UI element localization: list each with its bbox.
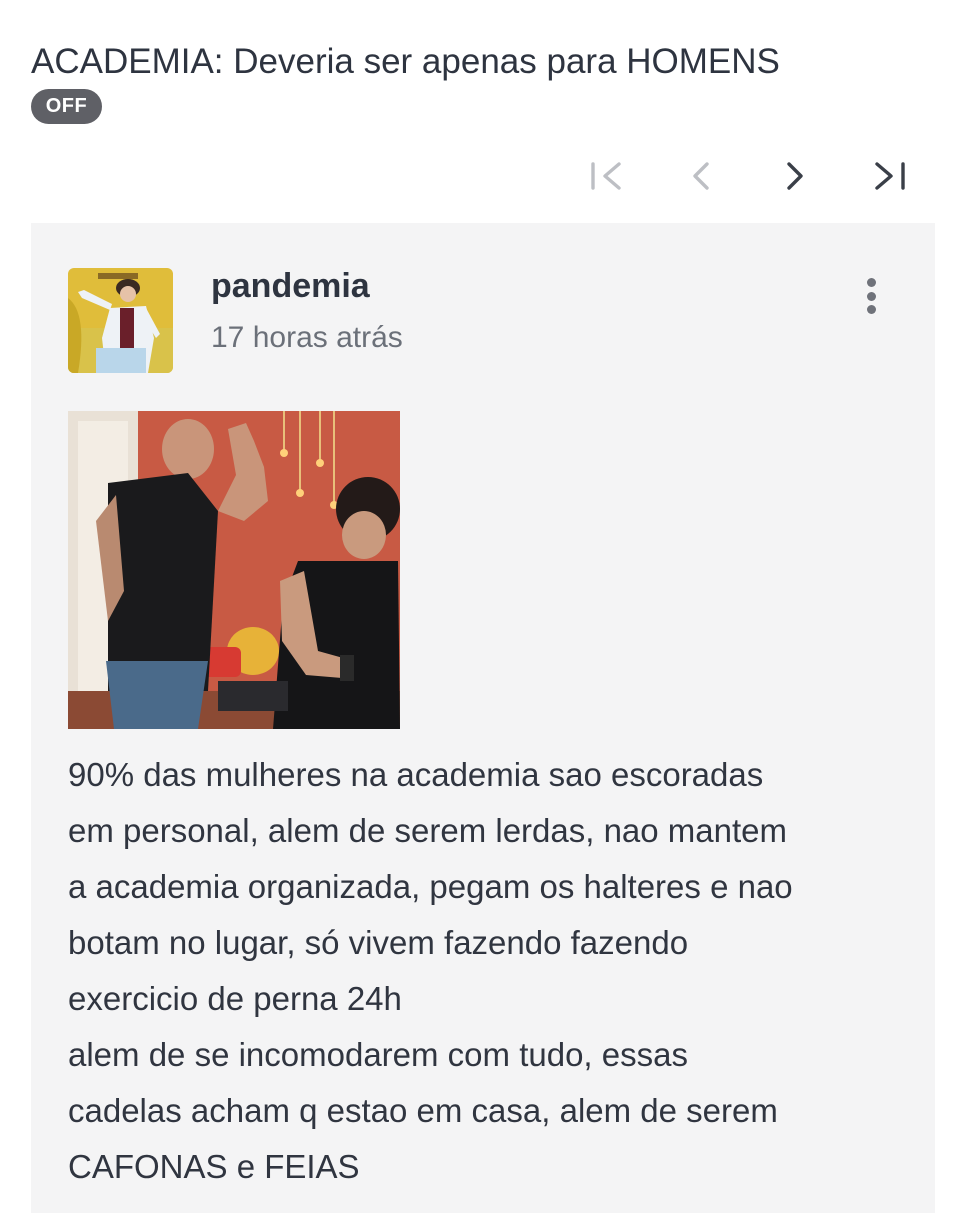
avatar-image	[68, 268, 173, 373]
post-card: pandemia 17 horas atrás 90% das mulheres…	[31, 223, 935, 1213]
post-author[interactable]: pandemia	[211, 267, 370, 306]
last-page-button[interactable]	[866, 156, 912, 196]
first-page-button[interactable]	[584, 156, 630, 196]
next-page-button[interactable]	[772, 156, 818, 196]
last-page-icon	[875, 162, 905, 190]
first-page-icon	[591, 162, 621, 190]
chevron-right-icon	[787, 162, 803, 190]
more-options-button[interactable]	[851, 273, 891, 319]
post-body: 90% das mulheres na academia sao escorad…	[68, 756, 793, 1185]
off-topic-badge: OFF	[31, 89, 102, 124]
post-timestamp: 17 horas atrás	[211, 321, 403, 354]
avatar[interactable]	[68, 268, 173, 373]
thread-title: ACADEMIA: Deveria ser apenas para HOMENS	[31, 42, 780, 81]
previous-page-button[interactable]	[678, 156, 724, 196]
more-vertical-icon	[866, 278, 876, 287]
chevron-left-icon	[693, 162, 709, 190]
post-image[interactable]	[68, 411, 400, 729]
post-gif-image	[68, 411, 400, 729]
pagination	[580, 156, 920, 196]
